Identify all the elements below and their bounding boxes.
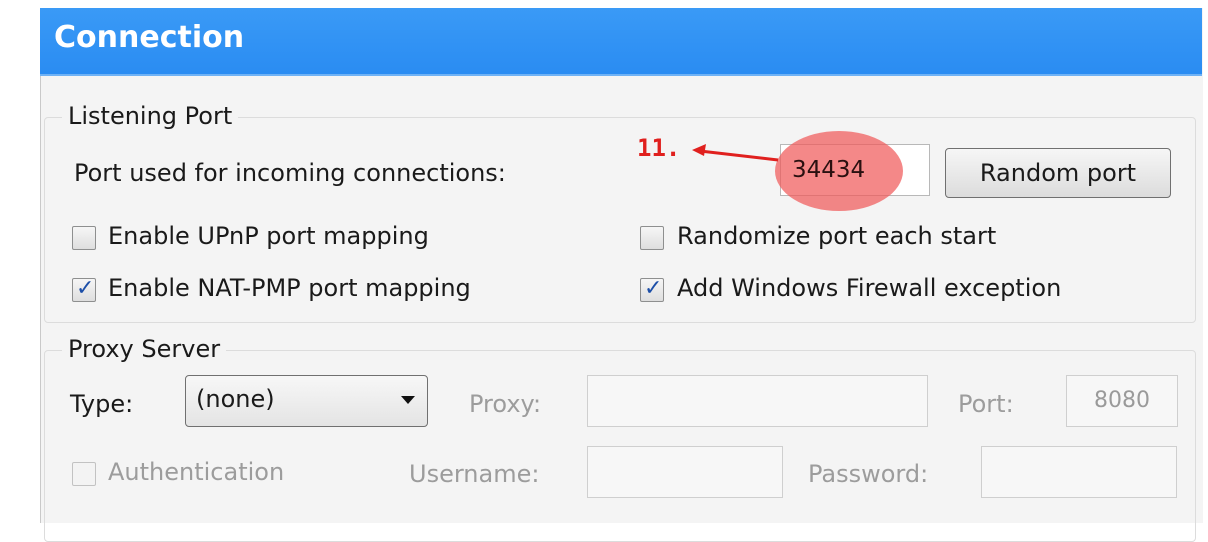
proxy-port-value: 8080 — [1094, 388, 1150, 413]
proxy-host-input[interactable] — [587, 375, 928, 427]
authentication-label: Authentication — [108, 458, 285, 486]
random-port-label: Random port — [979, 159, 1137, 187]
section-header: Connection — [40, 8, 1202, 76]
username-label: Username: — [409, 460, 540, 488]
port-label: Port used for incoming connections: — [74, 159, 506, 187]
username-input[interactable] — [587, 446, 783, 498]
proxy-type-value: (none) — [196, 385, 275, 413]
annotation-step-label: 11. — [637, 134, 681, 162]
natpmp-label: Enable NAT-PMP port mapping — [108, 274, 471, 302]
upnp-label: Enable UPnP port mapping — [108, 222, 429, 250]
firewall-label: Add Windows Firewall exception — [677, 274, 1062, 302]
proxy-type-select[interactable]: (none) — [185, 375, 428, 427]
randomize-label: Randomize port each start — [677, 222, 997, 250]
password-input[interactable] — [981, 446, 1177, 498]
password-label: Password: — [808, 460, 929, 488]
proxy-server-title: Proxy Server — [62, 335, 227, 363]
proxy-type-label: Type: — [70, 390, 134, 418]
proxy-port-label: Port: — [958, 390, 1014, 418]
annotation-arrow — [692, 144, 779, 162]
natpmp-checkbox[interactable] — [72, 276, 96, 302]
randomize-checkbox[interactable] — [640, 226, 664, 250]
upnp-checkbox[interactable] — [72, 226, 96, 250]
chevron-down-icon — [401, 396, 415, 404]
firewall-checkbox[interactable] — [640, 276, 664, 302]
section-title: Connection — [54, 20, 245, 55]
port-value: 34434 — [792, 157, 866, 183]
random-port-button[interactable]: Random port — [945, 148, 1171, 198]
proxy-host-label: Proxy: — [469, 390, 542, 418]
authentication-checkbox[interactable] — [72, 462, 96, 486]
proxy-port-input[interactable]: 8080 — [1066, 375, 1178, 427]
listening-port-title: Listening Port — [62, 102, 239, 130]
